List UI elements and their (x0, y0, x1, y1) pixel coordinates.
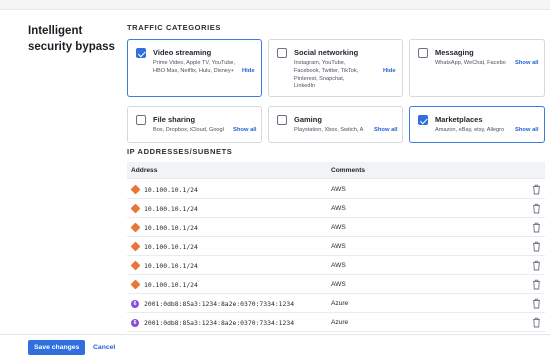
category-desc: Instagram, YouTube, Facebook, Twitter, T… (294, 60, 359, 90)
category-title: Social networking (294, 48, 359, 57)
category-card-gaming[interactable]: Gaming Playstation, Xbox, Switch, A Show… (268, 106, 403, 143)
ip-comment: AWS (331, 204, 346, 212)
trash-icon[interactable] (532, 241, 541, 252)
show-all-link[interactable]: Show all (374, 127, 398, 133)
trash-icon[interactable] (532, 222, 541, 233)
trash-icon[interactable] (532, 203, 541, 214)
show-all-link[interactable]: Show all (233, 127, 257, 133)
ip-comment: Azure (331, 299, 349, 307)
trash-icon[interactable] (532, 279, 541, 290)
address-column-header: Address (131, 167, 158, 174)
ip-comment: Azure (331, 318, 349, 326)
settings-panel: Intelligent security bypass TRAFFIC CATE… (0, 9, 550, 334)
checkbox-icon[interactable] (277, 48, 287, 58)
table-row: 10.100.10.1/24 AWS (127, 275, 545, 294)
category-desc: Box, Dropbox, iCloud, Googl (153, 127, 224, 133)
ip-address: 10.100.10.1/24 (144, 204, 198, 213)
trash-icon[interactable] (532, 184, 541, 195)
ip-address: 2001:0db8:85a3:1234:8a2e:0370:7334:1234 (144, 299, 295, 308)
ip-address: 10.100.10.1/24 (144, 261, 198, 270)
section-title: Intelligent security bypass (28, 25, 115, 53)
table-row: 10.100.10.1/24 AWS (127, 199, 545, 218)
ip-comment: AWS (331, 185, 346, 193)
trash-icon[interactable] (532, 317, 541, 328)
category-title: Marketplaces (435, 115, 483, 124)
checkbox-icon[interactable] (136, 48, 146, 58)
cancel-button[interactable]: Cancel (93, 340, 115, 355)
table-header: Address Comments (127, 162, 545, 179)
ipv6-badge-icon: 6 (131, 318, 139, 327)
category-title: File sharing (153, 115, 196, 124)
hide-link[interactable]: Hide (242, 68, 255, 74)
ip-comment: AWS (331, 242, 346, 250)
ip-address: 10.100.10.1/24 (144, 185, 198, 194)
table-row: 10.100.10.1/24 AWS (127, 218, 545, 237)
ipv4-badge-icon (130, 222, 140, 233)
comments-column-header: Comments (331, 167, 366, 174)
footer-bar: Save changes Cancel (0, 334, 550, 359)
checkbox-icon[interactable] (418, 115, 428, 125)
save-changes-button[interactable]: Save changes (28, 340, 86, 355)
category-desc: Amazon, eBay, etsy, Allegro (435, 127, 505, 133)
ip-address: 2001:0db8:85a3:1234:8a2e:0370:7334:1234 (144, 318, 295, 327)
checkbox-icon[interactable] (418, 48, 428, 58)
ipv4-badge-icon (130, 203, 140, 214)
category-card-messaging[interactable]: Messaging WhatsApp, WeChat, Facebo Show … (409, 39, 545, 97)
ipv4-badge-icon (130, 184, 140, 195)
top-strip (0, 0, 550, 9)
checkbox-icon[interactable] (136, 115, 146, 125)
category-desc: Prime Video, Apple TV, YouTube, HBO Max,… (153, 60, 236, 74)
table-row: 10.100.10.1/24 AWS (127, 237, 545, 256)
table-row: 10.100.10.1/24 AWS (127, 180, 545, 199)
table-row: 6 2001:0db8:85a3:1234:8a2e:0370:7334:1234… (127, 294, 545, 313)
category-card-social-networking[interactable]: Social networking Instagram, YouTube, Fa… (268, 39, 403, 97)
ipv4-badge-icon (130, 279, 140, 290)
category-title: Gaming (294, 115, 322, 124)
category-card-marketplaces[interactable]: Marketplaces Amazon, eBay, etsy, Allegro… (409, 106, 545, 143)
ip-address: 10.100.10.1/24 (144, 280, 198, 289)
ipv6-badge-icon: 6 (131, 299, 139, 308)
category-desc: Playstation, Xbox, Switch, A (294, 127, 364, 133)
show-all-link[interactable]: Show all (515, 60, 539, 66)
category-title: Video streaming (153, 48, 212, 57)
table-row: 6 2001:0db8:85a3:1234:8a2e:0370:7334:1234… (127, 313, 545, 332)
category-title: Messaging (435, 48, 474, 57)
trash-icon[interactable] (532, 298, 541, 309)
checkbox-icon[interactable] (277, 115, 287, 125)
category-card-video-streaming[interactable]: Video streaming Prime Video, Apple TV, Y… (127, 39, 262, 97)
ip-comment: AWS (331, 261, 346, 269)
ip-address: 10.100.10.1/24 (144, 242, 198, 251)
ip-addresses-header: IP ADDRESSES/SUBNETS (127, 147, 233, 156)
category-card-file-sharing[interactable]: File sharing Box, Dropbox, iCloud, Googl… (127, 106, 262, 143)
ipv4-badge-icon (130, 241, 140, 252)
ip-comment: AWS (331, 280, 346, 288)
ip-comment: AWS (331, 223, 346, 231)
hide-link[interactable]: Hide (383, 68, 396, 74)
traffic-categories-header: TRAFFIC CATEGORIES (127, 23, 221, 32)
trash-icon[interactable] (532, 260, 541, 271)
category-desc: WhatsApp, WeChat, Facebo (435, 60, 506, 66)
show-all-link[interactable]: Show all (515, 127, 539, 133)
ip-address: 10.100.10.1/24 (144, 223, 198, 232)
table-row: 10.100.10.1/24 AWS (127, 256, 545, 275)
ipv4-badge-icon (130, 260, 140, 271)
